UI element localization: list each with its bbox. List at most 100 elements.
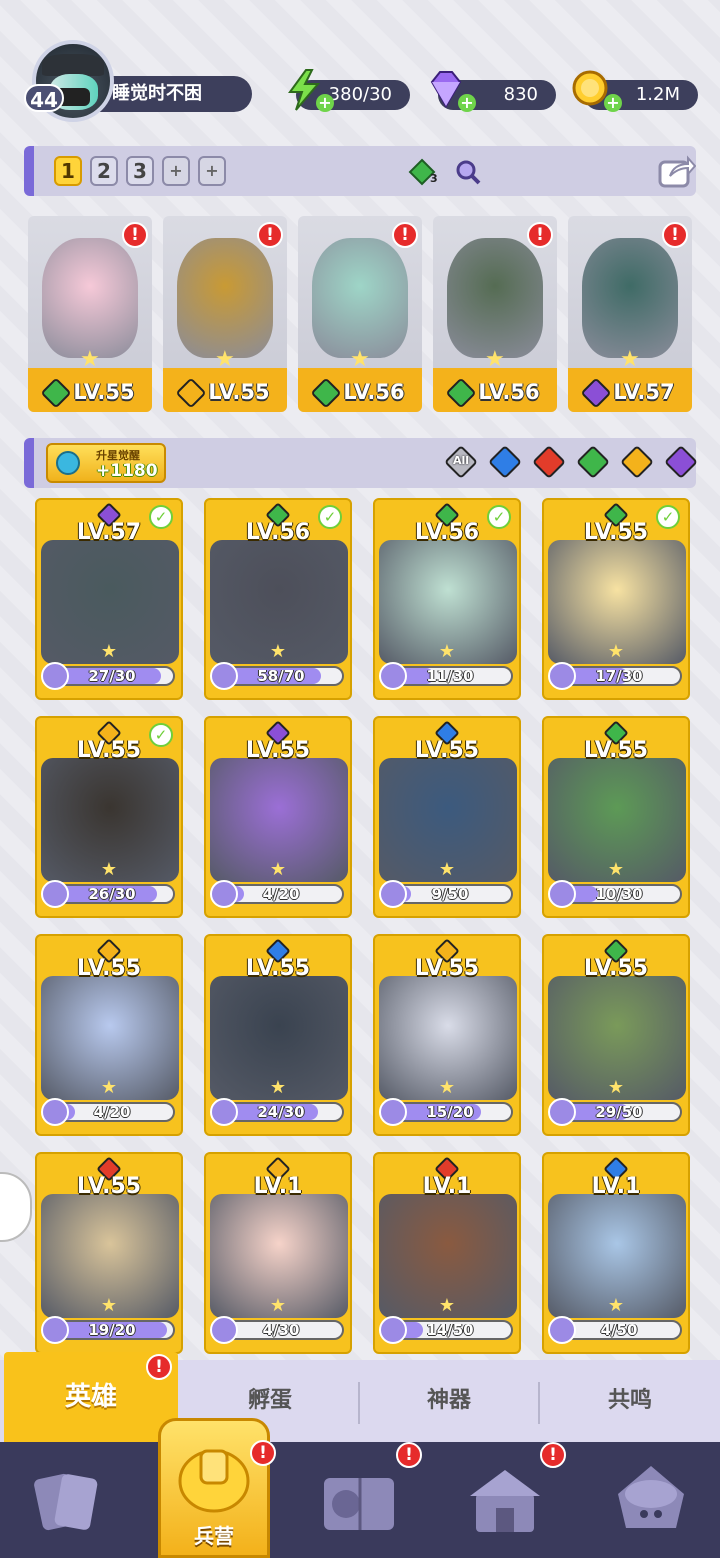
hero-card[interactable]: LV.55 ★ 19/20 bbox=[35, 1152, 183, 1354]
hero-card[interactable]: LV.1 ★ 14/50 bbox=[373, 1152, 521, 1354]
element-icon bbox=[310, 377, 342, 409]
team-hero-level: LV.56 bbox=[433, 377, 557, 409]
hero-card[interactable]: LV.55 ★ 29/50 bbox=[542, 934, 690, 1136]
team-slot-1[interactable]: 1 bbox=[54, 156, 82, 186]
share-icon[interactable] bbox=[656, 152, 696, 190]
shard-progress: 27/30 bbox=[41, 662, 175, 690]
team-hero-card[interactable]: ★ LV.57 ! bbox=[568, 216, 692, 412]
star-icon: ★ bbox=[620, 347, 640, 372]
team-hero-level: LV.56 bbox=[298, 377, 422, 409]
shard-progress: 4/30 bbox=[210, 1316, 344, 1344]
shard-progress: 10/30 bbox=[548, 880, 682, 908]
hero-level: LV.55 bbox=[583, 520, 649, 545]
shard-progress: 58/70 bbox=[210, 662, 344, 690]
energy-plus-icon[interactable]: + bbox=[316, 94, 334, 112]
star-icon: ★ bbox=[607, 1295, 625, 1316]
filter-element-4[interactable] bbox=[620, 445, 654, 479]
nav-cards[interactable] bbox=[24, 1458, 114, 1548]
shard-progress: 26/30 bbox=[41, 880, 175, 908]
star-icon: ★ bbox=[100, 641, 118, 662]
shard-progress-text: 17/30 bbox=[595, 667, 643, 685]
team-slot-add-1[interactable]: + bbox=[162, 156, 190, 186]
nav-barracks-alert-icon: ! bbox=[250, 1440, 276, 1466]
team-hero-level-text: LV.55 bbox=[208, 380, 270, 404]
filter-label: All bbox=[452, 454, 470, 467]
filter-all[interactable]: All bbox=[444, 445, 478, 479]
shard-progress-text: 14/50 bbox=[426, 1321, 474, 1339]
hero-card[interactable]: LV.55 ★ 24/30 bbox=[204, 934, 352, 1136]
team-hero-card[interactable]: ★ LV.56 ! bbox=[433, 216, 557, 412]
coin-counter[interactable]: + 1.2M bbox=[572, 70, 698, 112]
hero-portrait bbox=[42, 238, 138, 358]
nav-barracks[interactable]: 兵营 bbox=[158, 1418, 270, 1558]
upgrade-button[interactable]: 升星觉醒 +1180 bbox=[46, 443, 166, 483]
gem-counter[interactable]: + 830 bbox=[430, 71, 556, 112]
hero-card[interactable]: LV.55 ★ 9/50 bbox=[373, 716, 521, 918]
shard-progress-text: 4/20 bbox=[93, 1103, 131, 1121]
team-slot-add-2[interactable]: + bbox=[198, 156, 226, 186]
nav-map-alert-icon: ! bbox=[396, 1442, 422, 1468]
shard-progress: 9/50 bbox=[379, 880, 513, 908]
team-hero-card[interactable]: ★ LV.55 ! bbox=[163, 216, 287, 412]
hero-card[interactable]: LV.55 ★ 4/20 bbox=[35, 934, 183, 1136]
shard-progress-text: 58/70 bbox=[257, 667, 305, 685]
hero-card[interactable]: ✓ LV.55 ★ 26/30 bbox=[35, 716, 183, 918]
gem-plus-icon[interactable]: + bbox=[458, 94, 476, 112]
energy-counter[interactable]: + 380/30 bbox=[288, 69, 410, 112]
alert-icon: ! bbox=[122, 222, 148, 248]
tab-artifact[interactable]: 神器 bbox=[360, 1360, 538, 1442]
alert-icon: ! bbox=[527, 222, 553, 248]
star-icon: ★ bbox=[607, 859, 625, 880]
team-hero-level: LV.55 bbox=[163, 377, 287, 409]
star-icon: ★ bbox=[607, 641, 625, 662]
star-icon: ★ bbox=[438, 859, 456, 880]
tab-resonance[interactable]: 共鸣 bbox=[540, 1360, 720, 1442]
hero-card[interactable]: ✓ LV.56 ★ 58/70 bbox=[204, 498, 352, 700]
star-icon: ★ bbox=[607, 1077, 625, 1098]
magnifier-icon[interactable] bbox=[454, 158, 482, 186]
shard-progress-text: 26/30 bbox=[88, 885, 136, 903]
star-icon: ★ bbox=[269, 641, 287, 662]
shard-progress: 4/20 bbox=[41, 1098, 175, 1126]
element-icon bbox=[445, 377, 477, 409]
shard-progress-text: 29/50 bbox=[595, 1103, 643, 1121]
team-slot-3[interactable]: 3 bbox=[126, 156, 154, 186]
shard-progress-text: 11/30 bbox=[426, 667, 474, 685]
hero-card[interactable]: LV.1 ★ 4/30 bbox=[204, 1152, 352, 1354]
upgrade-value: +1180 bbox=[96, 461, 158, 481]
hero-level: LV.1 bbox=[253, 1174, 303, 1199]
team-hero-card[interactable]: ★ LV.56 ! bbox=[298, 216, 422, 412]
hero-portrait bbox=[177, 238, 273, 358]
shard-progress: 4/50 bbox=[548, 1316, 682, 1344]
shard-progress: 4/20 bbox=[210, 880, 344, 908]
hero-portrait bbox=[582, 238, 678, 358]
team-hero-card[interactable]: ★ LV.55 ! bbox=[28, 216, 152, 412]
player-name[interactable]: 睡觉时不困 bbox=[90, 76, 252, 112]
tab-heroes-alert-icon: ! bbox=[146, 1354, 172, 1380]
star-icon: ★ bbox=[269, 1295, 287, 1316]
hero-level: LV.55 bbox=[245, 738, 311, 763]
nav-mushroom[interactable] bbox=[606, 1458, 696, 1548]
filter-element-5[interactable] bbox=[664, 445, 698, 479]
coin-plus-icon[interactable]: + bbox=[604, 94, 622, 112]
nav-shop[interactable] bbox=[460, 1458, 550, 1548]
hero-card[interactable]: LV.55 ★ 10/30 bbox=[542, 716, 690, 918]
filter-element-3[interactable] bbox=[576, 445, 610, 479]
shard-progress-text: 19/20 bbox=[88, 1321, 136, 1339]
filter-element-2[interactable] bbox=[532, 445, 566, 479]
hero-card[interactable]: ✓ LV.55 ★ 17/30 bbox=[542, 498, 690, 700]
team-slot-2[interactable]: 2 bbox=[90, 156, 118, 186]
hero-level: LV.57 bbox=[76, 520, 142, 545]
hero-card[interactable]: LV.55 ★ 15/20 bbox=[373, 934, 521, 1136]
hero-level: LV.55 bbox=[76, 956, 142, 981]
hero-card[interactable]: ✓ LV.57 ★ 27/30 bbox=[35, 498, 183, 700]
hero-level: LV.55 bbox=[583, 956, 649, 981]
energy-value: 380/30 bbox=[328, 84, 392, 105]
filter-bar: 升星觉醒 +1180 All bbox=[24, 438, 698, 488]
hero-card[interactable]: LV.55 ★ 4/20 bbox=[204, 716, 352, 918]
nav-map[interactable] bbox=[314, 1458, 404, 1548]
hero-card[interactable]: LV.1 ★ 4/50 bbox=[542, 1152, 690, 1354]
filter-element-1[interactable] bbox=[488, 445, 522, 479]
element-icon bbox=[40, 377, 72, 409]
hero-card[interactable]: ✓ LV.56 ★ 11/30 bbox=[373, 498, 521, 700]
